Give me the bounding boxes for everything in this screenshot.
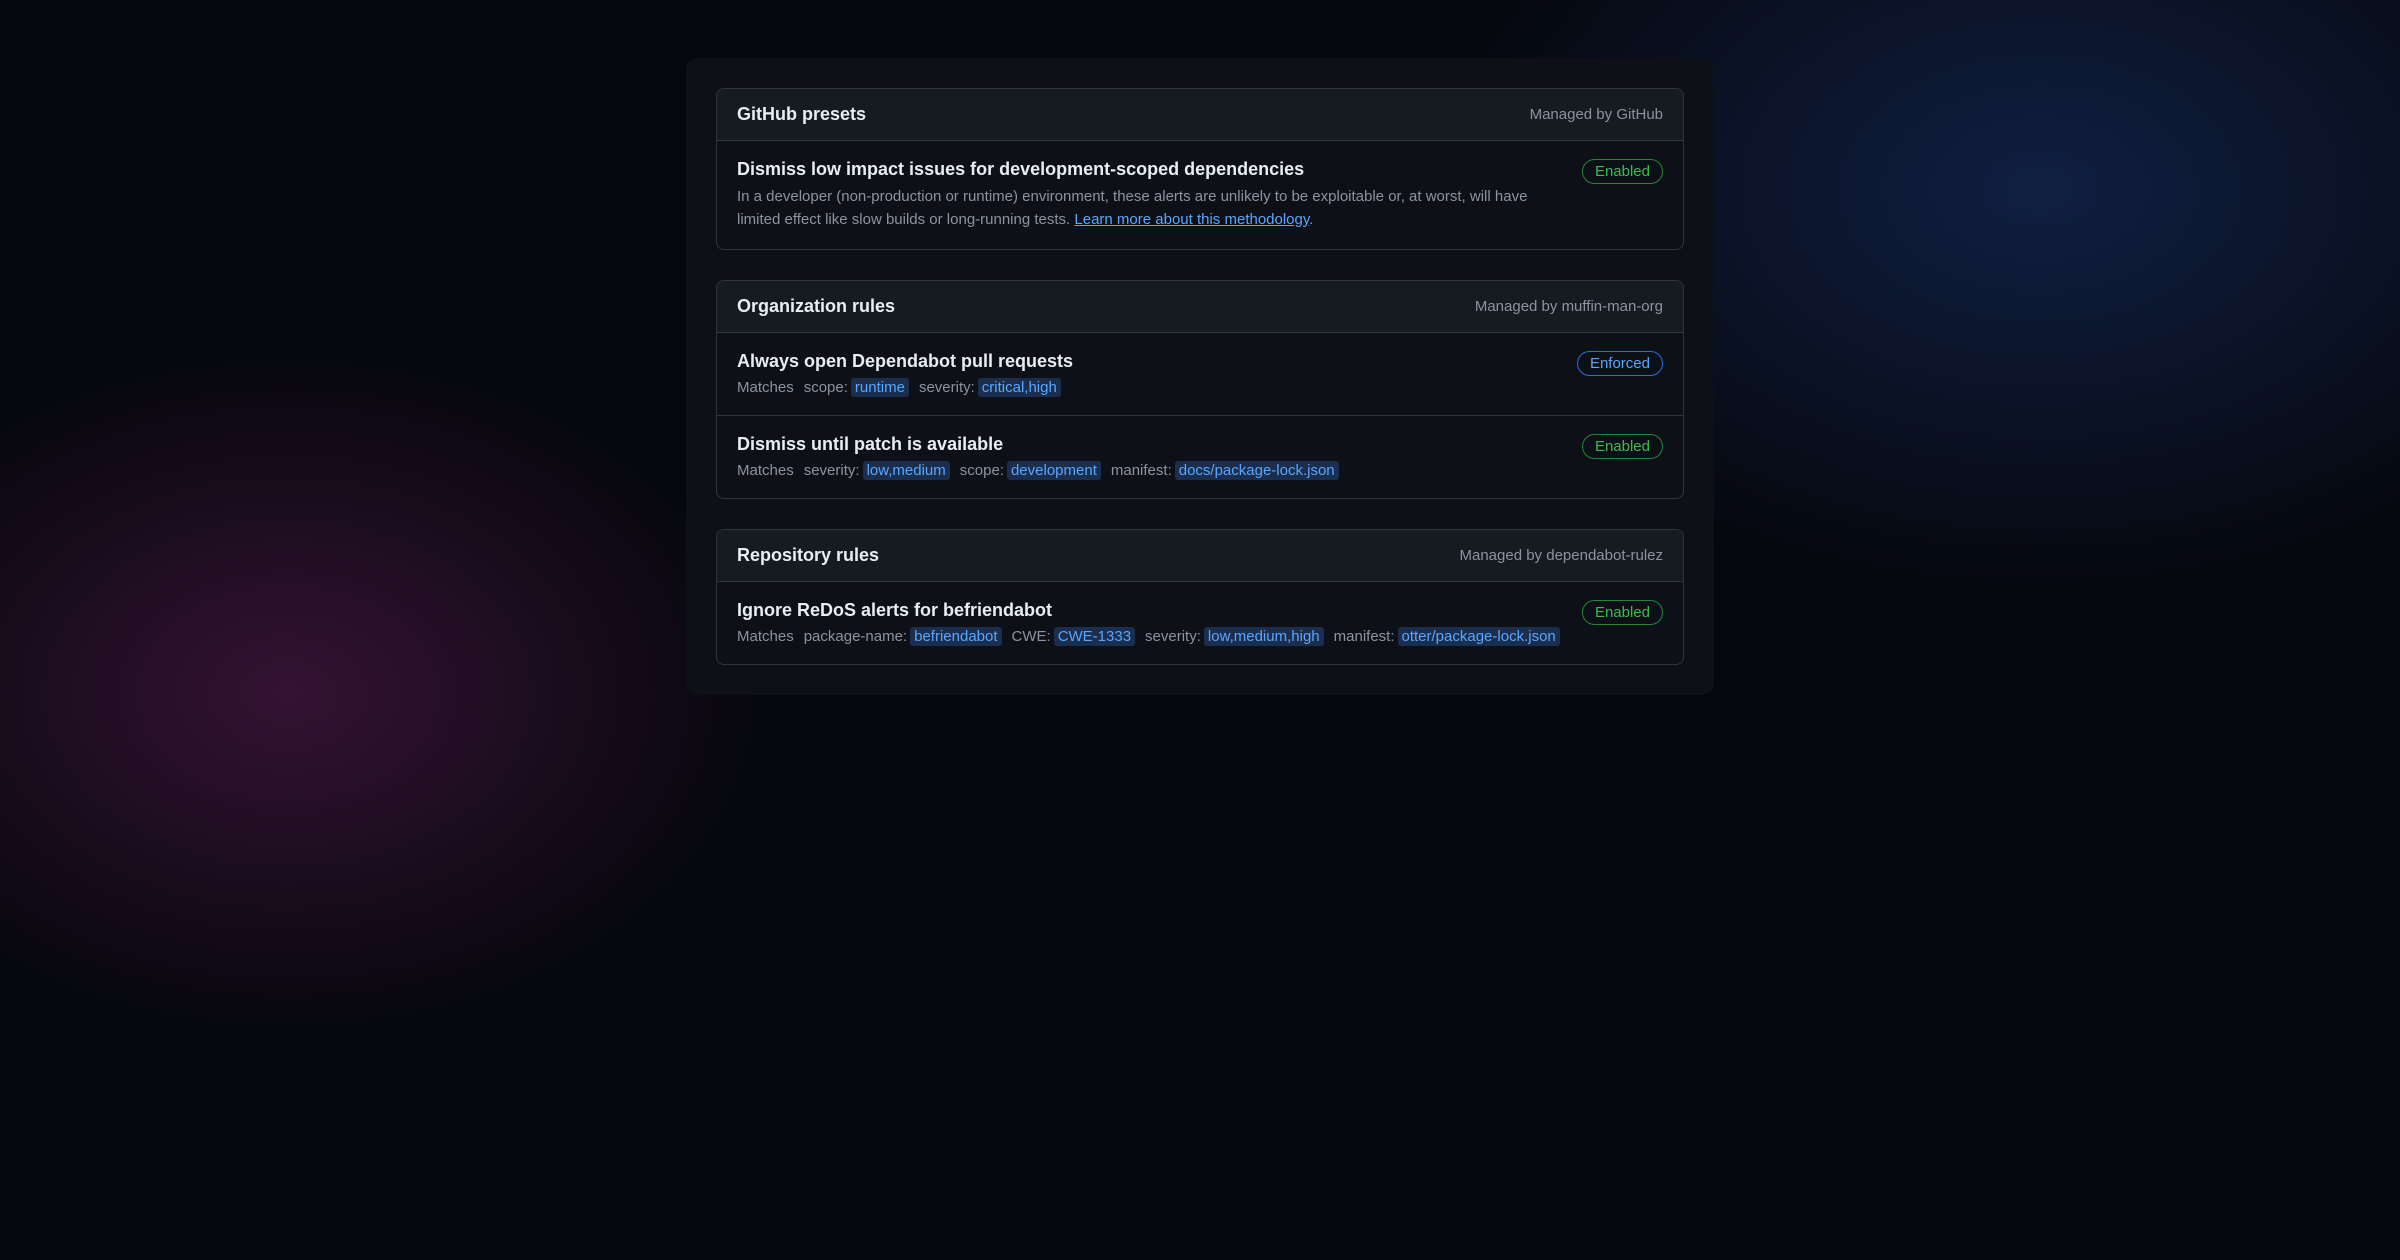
section-header: Organization rules Managed by muffin-man… — [717, 281, 1683, 333]
section-organization-rules: Organization rules Managed by muffin-man… — [716, 280, 1684, 499]
match-chip: low,medium,high — [1204, 627, 1324, 646]
rule-content: Ignore ReDoS alerts for befriendabot Mat… — [737, 600, 1562, 646]
rule-row[interactable]: Ignore ReDoS alerts for befriendabot Mat… — [717, 582, 1683, 664]
match-group: scope: runtime — [804, 378, 909, 397]
match-group: CWE: CWE-1333 — [1012, 627, 1136, 646]
matches-label: Matches — [737, 379, 794, 396]
match-group: package-name: befriendabot — [804, 627, 1002, 646]
managed-by: Managed by GitHub — [1530, 106, 1663, 123]
matches-line: Matches scope: runtime severity: critica… — [737, 378, 1557, 397]
match-group: scope: development — [960, 461, 1101, 480]
match-chip: CWE-1333 — [1054, 627, 1135, 646]
matches-line: Matches severity: low,medium scope: deve… — [737, 461, 1562, 480]
matches-line: Matches package-name: befriendabot CWE: … — [737, 627, 1562, 646]
status-badge: Enforced — [1577, 351, 1663, 376]
section-title: Organization rules — [737, 296, 895, 317]
matches-label: Matches — [737, 628, 794, 645]
rule-description: In a developer (non-production or runtim… — [737, 186, 1562, 231]
match-group: manifest: docs/package-lock.json — [1111, 461, 1339, 480]
match-group: severity: low,medium — [804, 461, 950, 480]
match-group: manifest: otter/package-lock.json — [1334, 627, 1560, 646]
section-title: GitHub presets — [737, 104, 866, 125]
managed-by: Managed by dependabot-rulez — [1460, 547, 1664, 564]
section-repository-rules: Repository rules Managed by dependabot-r… — [716, 529, 1684, 665]
rule-row[interactable]: Dismiss until patch is available Matches… — [717, 415, 1683, 498]
rule-title: Always open Dependabot pull requests — [737, 351, 1557, 372]
match-group: severity: critical,high — [919, 378, 1061, 397]
rule-content: Dismiss low impact issues for developmen… — [737, 159, 1562, 231]
rule-row[interactable]: Dismiss low impact issues for developmen… — [717, 141, 1683, 249]
section-title: Repository rules — [737, 545, 879, 566]
rule-content: Dismiss until patch is available Matches… — [737, 434, 1562, 480]
status-badge: Enabled — [1582, 159, 1663, 184]
managed-by: Managed by muffin-man-org — [1475, 298, 1663, 315]
section-header: Repository rules Managed by dependabot-r… — [717, 530, 1683, 582]
match-chip: critical,high — [978, 378, 1061, 397]
section-header: GitHub presets Managed by GitHub — [717, 89, 1683, 141]
match-chip: docs/package-lock.json — [1175, 461, 1339, 480]
match-group: severity: low,medium,high — [1145, 627, 1324, 646]
match-chip: befriendabot — [910, 627, 1001, 646]
rule-title: Dismiss until patch is available — [737, 434, 1562, 455]
rule-title: Dismiss low impact issues for developmen… — [737, 159, 1562, 180]
status-badge: Enabled — [1582, 600, 1663, 625]
rule-title: Ignore ReDoS alerts for befriendabot — [737, 600, 1562, 621]
match-chip: low,medium — [863, 461, 950, 480]
rules-panel: GitHub presets Managed by GitHub Dismiss… — [686, 58, 1714, 695]
matches-label: Matches — [737, 462, 794, 479]
learn-more-link[interactable]: Learn more about this methodology — [1074, 211, 1309, 228]
match-chip: development — [1007, 461, 1101, 480]
match-chip: otter/package-lock.json — [1398, 627, 1560, 646]
rule-row[interactable]: Always open Dependabot pull requests Mat… — [717, 333, 1683, 415]
match-chip: runtime — [851, 378, 909, 397]
section-github-presets: GitHub presets Managed by GitHub Dismiss… — [716, 88, 1684, 250]
rule-content: Always open Dependabot pull requests Mat… — [737, 351, 1557, 397]
status-badge: Enabled — [1582, 434, 1663, 459]
